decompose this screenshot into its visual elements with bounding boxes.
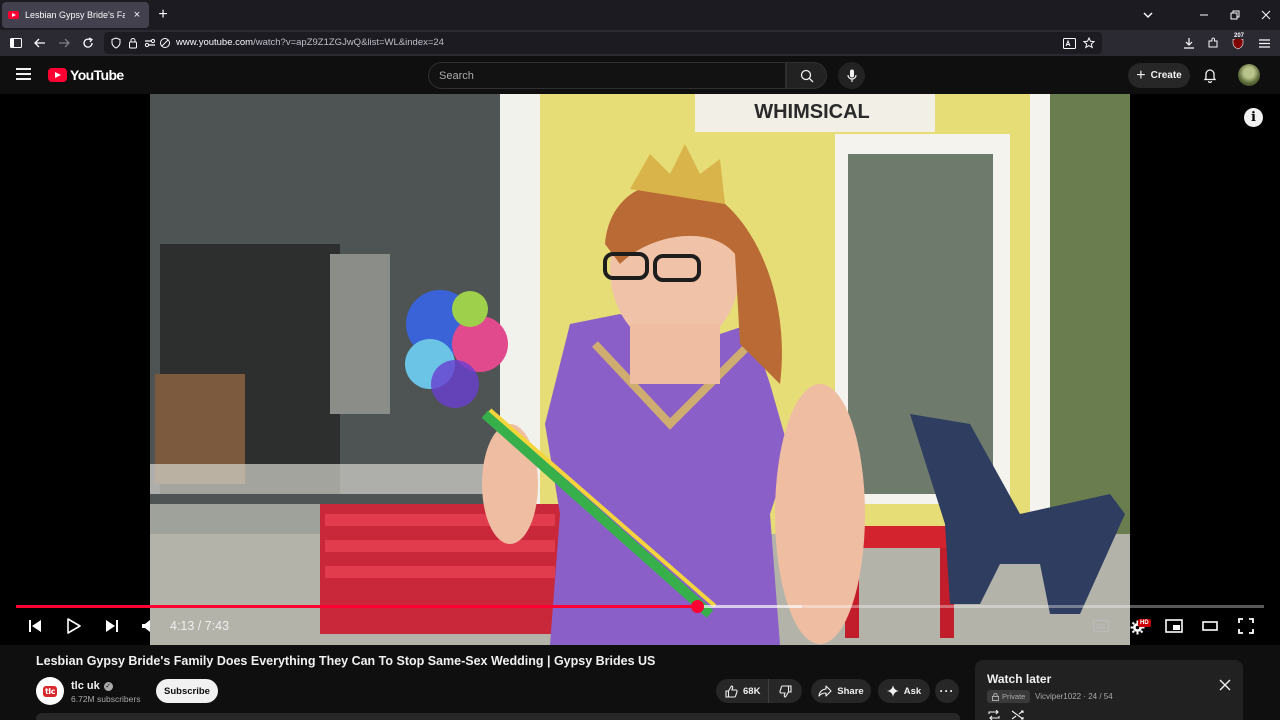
youtube-logo[interactable]: YouTube [48, 67, 124, 83]
thumbs-down-icon [779, 684, 792, 698]
url-host: www.youtube.com [176, 37, 254, 48]
notifications-bell-icon[interactable] [1202, 67, 1218, 84]
subscriber-count: 6.72M subscribers [71, 694, 141, 704]
shuffle-icon[interactable] [1011, 710, 1025, 720]
extension-badge-count: 207 [1233, 33, 1246, 39]
captions-icon[interactable]: CC [1092, 618, 1110, 634]
voice-search-button[interactable] [838, 62, 865, 89]
playlist-panel: Watch later Private Vicviper1022 · 24 / … [975, 660, 1243, 720]
app-menu-icon[interactable] [1255, 34, 1273, 52]
youtube-header: YouTube + Create [0, 56, 1280, 94]
reload-icon[interactable] [79, 34, 97, 52]
next-video-icon[interactable] [103, 617, 121, 635]
lock-icon[interactable] [124, 34, 142, 52]
browser-tab-bar: Lesbian Gypsy Bride's Family Do × + [0, 0, 1280, 30]
play-icon[interactable] [65, 617, 83, 635]
svg-text:CC: CC [1097, 625, 1106, 631]
playlist-title[interactable]: Watch later [987, 672, 1051, 686]
search-button[interactable] [786, 62, 827, 89]
downloads-icon[interactable] [1180, 34, 1198, 52]
guide-menu-icon[interactable] [16, 68, 31, 80]
ask-label: Ask [903, 685, 922, 697]
like-dislike-group: 68K [716, 679, 802, 703]
forward-icon[interactable] [55, 34, 73, 52]
loop-icon[interactable] [987, 710, 1001, 720]
progress-played [16, 605, 698, 608]
address-bar[interactable]: www.youtube.com/watch?v=apZ9Z1ZGJwQ&list… [104, 32, 1102, 54]
more-actions-icon[interactable]: ··· [935, 679, 959, 703]
back-icon[interactable] [31, 34, 49, 52]
video-still-image: WHIMSICAL [150, 94, 1130, 645]
microphone-icon [846, 69, 857, 82]
search-icon [800, 69, 813, 82]
previous-video-icon[interactable] [26, 617, 44, 635]
ask-button[interactable]: Ask [878, 679, 930, 703]
tab-title: Lesbian Gypsy Bride's Family Do [25, 10, 125, 20]
browser-nav-bar: www.youtube.com/watch?v=apZ9Z1ZGJwQ&list… [0, 30, 1280, 56]
hd-badge: HD [1138, 619, 1151, 627]
create-button[interactable]: + Create [1128, 63, 1190, 88]
video-player[interactable]: WHIMSICAL [0, 94, 1280, 645]
account-avatar[interactable] [1238, 64, 1260, 86]
window-controls [1188, 0, 1280, 30]
privacy-badge: Private [987, 690, 1031, 703]
description-box[interactable] [36, 713, 960, 720]
video-frame[interactable]: WHIMSICAL [150, 94, 1130, 645]
tlc-channel-logo: tlc [42, 685, 58, 697]
restore-icon[interactable] [1219, 0, 1250, 30]
extensions-icon[interactable] [1204, 34, 1222, 52]
close-window-icon[interactable] [1250, 0, 1280, 30]
privacy-label: Private [1002, 692, 1026, 701]
storefront-sign-text: WHIMSICAL [754, 101, 870, 123]
lock-icon [992, 692, 999, 701]
share-button[interactable]: Share [811, 679, 871, 703]
minimize-icon[interactable] [1188, 0, 1219, 30]
sparkle-icon [886, 685, 899, 697]
dislike-button[interactable] [769, 679, 802, 703]
time-display: 4:13 / 7:43 [170, 619, 230, 633]
playlist-owner-position: Vicviper1022 · 24 / 54 [1035, 692, 1113, 701]
like-button[interactable]: 68K [716, 679, 770, 703]
subscribe-button[interactable]: Subscribe [156, 679, 218, 703]
url-text[interactable]: www.youtube.com/watch?v=apZ9Z1ZGJwQ&list… [176, 37, 444, 48]
thumbs-up-icon [725, 684, 738, 698]
translate-icon[interactable] [1060, 34, 1078, 52]
youtube-play-logo-icon [48, 68, 67, 82]
volume-icon[interactable] [139, 617, 155, 635]
bookmark-star-icon[interactable] [1080, 34, 1098, 52]
search-input[interactable] [439, 69, 769, 83]
channel-avatar[interactable]: tlc [36, 677, 64, 705]
theater-mode-icon[interactable] [1200, 617, 1220, 635]
video-title: Lesbian Gypsy Bride's Family Does Everyt… [36, 654, 656, 668]
verified-check-icon: ✓ [103, 681, 113, 691]
miniplayer-icon[interactable] [1164, 617, 1184, 635]
youtube-favicon-icon [8, 11, 19, 19]
create-label: Create [1150, 70, 1182, 81]
fullscreen-icon[interactable] [1236, 617, 1256, 635]
share-arrow-icon [818, 685, 832, 697]
plus-icon: + [1136, 66, 1146, 84]
share-label: Share [837, 685, 864, 697]
like-count: 68K [743, 685, 761, 697]
playlist-controls [987, 710, 1025, 720]
tracking-blocked-icon[interactable] [156, 34, 174, 52]
channel-name-link[interactable]: tlc uk ✓ [71, 680, 113, 692]
close-playlist-icon[interactable] [1218, 678, 1232, 692]
new-tab-button[interactable]: + [156, 5, 170, 25]
channel-name: tlc uk [71, 680, 100, 692]
shield-icon[interactable] [107, 34, 125, 52]
info-card-icon[interactable]: i [1244, 108, 1263, 127]
tab-close-button[interactable]: × [131, 9, 143, 21]
progress-bar[interactable] [16, 600, 1264, 613]
sidebar-toggle-icon[interactable] [7, 34, 25, 52]
search-box[interactable] [428, 62, 786, 89]
url-path: /watch?v=apZ9Z1ZGJwQ&list=WL&index=24 [253, 37, 444, 48]
browser-tab-active[interactable]: Lesbian Gypsy Bride's Family Do × [2, 2, 149, 28]
youtube-logo-text: YouTube [70, 67, 124, 83]
list-all-tabs-icon[interactable] [1140, 5, 1156, 25]
